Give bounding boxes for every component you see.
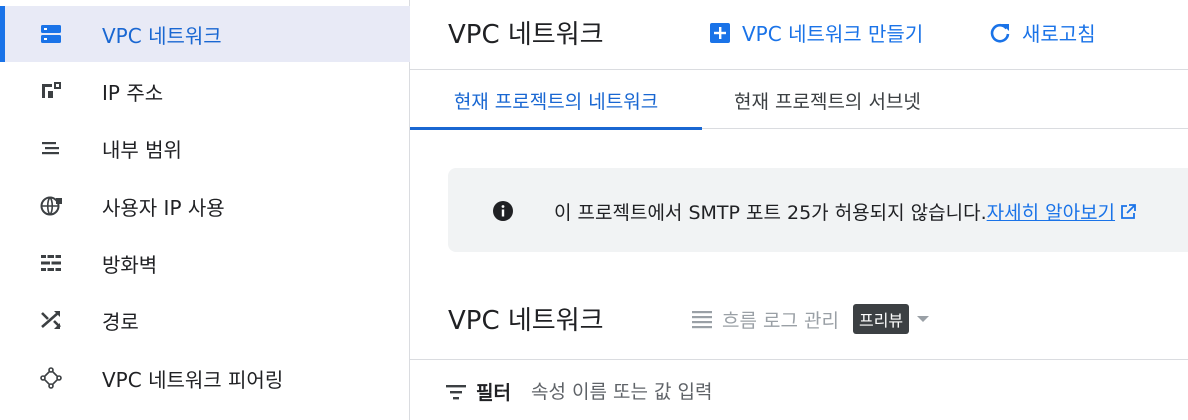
open-in-new-icon[interactable] [1119,203,1137,221]
add-box-icon [708,21,732,45]
sidebar-item-label: 경로 [102,309,139,334]
peering-icon [38,365,64,391]
sidebar-item-label: VPC 네트워크 [102,23,222,48]
banner-message: 이 프로젝트에서 SMTP 포트 25가 허용되지 않습니다.자세히 알아보기 [554,198,1137,225]
create-vpc-network-label: VPC 네트워크 만들기 [742,22,924,46]
sidebar-item-label: 방화벽 [102,252,158,277]
flow-log-label: 흐름 로그 관리 [722,309,839,332]
sidebar-item-label: 내부 범위 [102,137,182,162]
firewall-icon [38,250,64,276]
internal-ranges-icon [38,135,64,161]
info-banner: 이 프로젝트에서 SMTP 포트 25가 허용되지 않습니다.자세히 알아보기 [448,168,1188,252]
sidebar-item-label: 사용자 IP 사용 [102,195,225,220]
page-header: VPC 네트워크 VPC 네트워크 만들기 새로고침 [410,0,1188,70]
tab-current-project-networks[interactable]: 현재 프로젝트의 네트워크 [410,71,702,130]
main-content: VPC 네트워크 VPC 네트워크 만들기 새로고침 현재 프로젝트의 네트워크… [410,0,1188,420]
routes-icon [38,307,64,333]
manage-flow-logs-button[interactable]: 흐름 로그 관리 프리뷰 [690,304,930,334]
sidebar-item-vpc-network[interactable]: VPC 네트워크 [0,6,410,62]
globe-icon [38,193,64,219]
tab-current-project-subnets[interactable]: 현재 프로젝트의 서브넷 [734,71,921,129]
filter-label: 필터 [476,382,511,404]
sidebar-item-label: IP 주소 [102,80,164,105]
refresh-button[interactable]: 새로고침 [988,18,1096,47]
vpc-network-section: VPC 네트워크 흐름 로그 관리 프리뷰 [410,282,1188,360]
sidebar-item-vpc-peering[interactable]: VPC 네트워크 피어링 [0,350,410,406]
ip-address-icon [38,78,64,104]
banner-text: 이 프로젝트에서 SMTP 포트 25가 허용되지 않습니다. [554,202,987,224]
flow-log-icon [690,307,714,331]
refresh-label: 새로고침 [1022,22,1096,46]
filter-bar: 필터 [444,378,831,405]
filter-input[interactable] [530,380,831,403]
section-title: VPC 네트워크 [448,306,604,336]
sidebar-item-label: VPC 네트워크 피어링 [102,367,284,392]
sidebar-item-firewall[interactable]: 방화벽 [0,235,410,291]
create-vpc-network-button[interactable]: VPC 네트워크 만들기 [708,18,923,47]
tab-label: 현재 프로젝트의 서브넷 [734,90,921,113]
sidebar: VPC 네트워크 IP 주소 내부 범위 사용자 IP 사용 방화벽 경로 VP… [0,0,410,420]
filter-icon[interactable] [444,380,468,404]
sidebar-item-internal-ranges[interactable]: 내부 범위 [0,120,410,176]
refresh-icon [988,21,1012,45]
page-title: VPC 네트워크 [448,20,604,50]
info-icon [492,200,514,222]
tab-bar: 현재 프로젝트의 네트워크 현재 프로젝트의 서브넷 [410,71,1188,130]
preview-badge: 프리뷰 [852,304,910,334]
learn-more-link[interactable]: 자세히 알아보기 [987,202,1115,224]
tab-label: 현재 프로젝트의 네트워크 [453,90,659,113]
dropdown-arrow-icon[interactable] [917,316,930,322]
vpc-network-icon [38,21,64,47]
sidebar-item-routes[interactable]: 경로 [0,292,410,348]
sidebar-item-user-ip[interactable]: 사용자 IP 사용 [0,178,410,234]
sidebar-item-ip-address[interactable]: IP 주소 [0,63,410,119]
